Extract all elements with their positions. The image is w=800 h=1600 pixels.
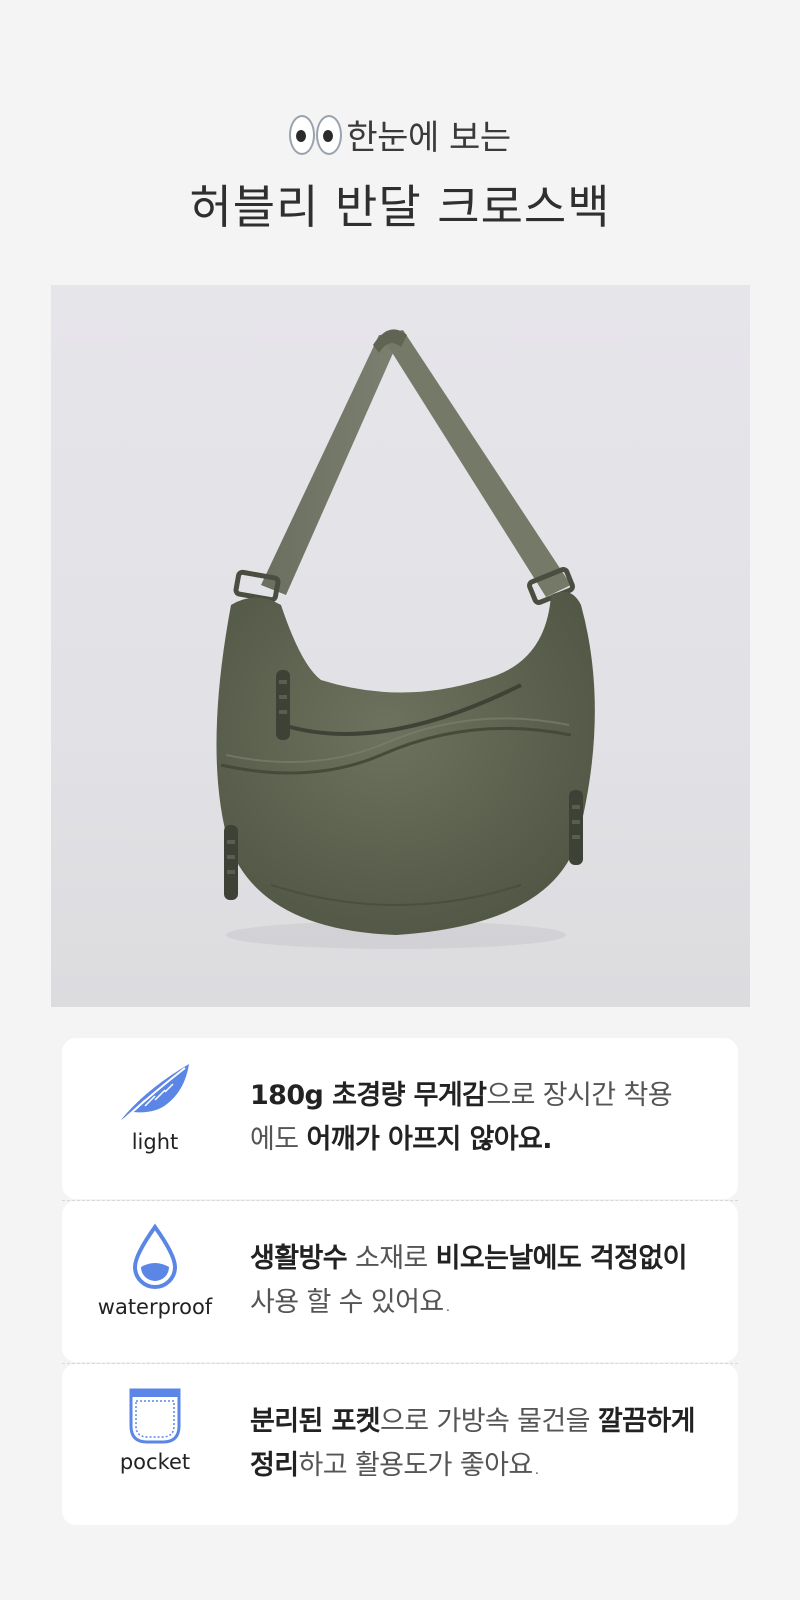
feature-label: pocket xyxy=(119,1450,191,1474)
eyes-icon xyxy=(289,114,343,155)
feature-line-1: 생활방수 소재로 비오는날에도 걱정없이 xyxy=(250,1237,720,1281)
feature-text: 사용 할 수 있어요. xyxy=(250,1287,452,1318)
crossbody-bag-illustration xyxy=(216,329,595,949)
feature-line-1: 180g 초경량 무게감으로 장시간 착용 xyxy=(250,1074,720,1118)
feature-text: 에도 xyxy=(250,1124,307,1155)
feature-text-bold: 생활방수 xyxy=(250,1243,348,1274)
feature-text-bold: 180g 초경량 무게감 xyxy=(250,1080,487,1111)
feature-description: 생활방수 소재로 비오는날에도 걱정없이 사용 할 수 있어요. xyxy=(250,1237,720,1325)
subtitle-row: 한눈에 보는 xyxy=(0,110,800,159)
feature-text-bold: 정리 xyxy=(250,1450,299,1481)
feature-description: 분리된 포켓으로 가방속 물건을 깔끔하게 정리하고 활용도가 좋아요. xyxy=(250,1400,720,1488)
eye-left-icon xyxy=(289,114,316,155)
feature-icon-block: pocket xyxy=(80,1386,230,1506)
feature-line-2: 사용 할 수 있어요. xyxy=(250,1281,720,1325)
feature-icon-block: light xyxy=(80,1060,230,1180)
eye-right-icon xyxy=(316,114,343,155)
feature-card-light: light 180g 초경량 무게감으로 장시간 착용 에도 어깨가 아프지 않… xyxy=(62,1038,738,1199)
feature-label: light xyxy=(131,1130,179,1154)
water-drop-icon xyxy=(132,1223,178,1289)
feature-text-bold: 어깨가 아프지 않아요. xyxy=(306,1124,552,1155)
feature-text: 으로 장시간 착용 xyxy=(486,1080,672,1111)
feature-card-pocket: pocket 분리된 포켓으로 가방속 물건을 깔끔하게 정리하고 활용도가 좋… xyxy=(62,1364,738,1525)
page-subtitle: 한눈에 보는 xyxy=(346,118,511,158)
feature-label: waterproof xyxy=(97,1295,213,1319)
pocket-icon xyxy=(129,1388,181,1444)
feature-line-1: 분리된 포켓으로 가방속 물건을 깔끔하게 xyxy=(250,1400,720,1444)
feature-card-waterproof: waterproof 생활방수 소재로 비오는날에도 걱정없이 사용 할 수 있… xyxy=(62,1201,738,1362)
product-photo xyxy=(51,285,750,1007)
page-header: 한눈에 보는 허블리 반달 크로스백 xyxy=(0,110,800,237)
feature-text: 하고 활용도가 좋아요. xyxy=(298,1450,541,1481)
feature-line-2: 에도 어깨가 아프지 않아요. xyxy=(250,1118,720,1162)
feather-icon xyxy=(118,1064,189,1125)
feature-text: 으로 가방속 물건을 xyxy=(380,1406,598,1437)
feature-description: 180g 초경량 무게감으로 장시간 착용 에도 어깨가 아프지 않아요. xyxy=(250,1074,720,1162)
feature-icon-block: waterproof xyxy=(80,1223,230,1343)
feature-text: 소재로 xyxy=(346,1243,436,1274)
feature-text-bold: 깔끔하게 xyxy=(597,1406,696,1437)
page-title: 허블리 반달 크로스백 xyxy=(189,180,611,234)
feature-text-bold: 분리된 포켓 xyxy=(250,1406,381,1437)
feature-line-2: 정리하고 활용도가 좋아요. xyxy=(250,1444,720,1488)
feature-text-bold: 비오는날에도 걱정없이 xyxy=(435,1243,688,1274)
